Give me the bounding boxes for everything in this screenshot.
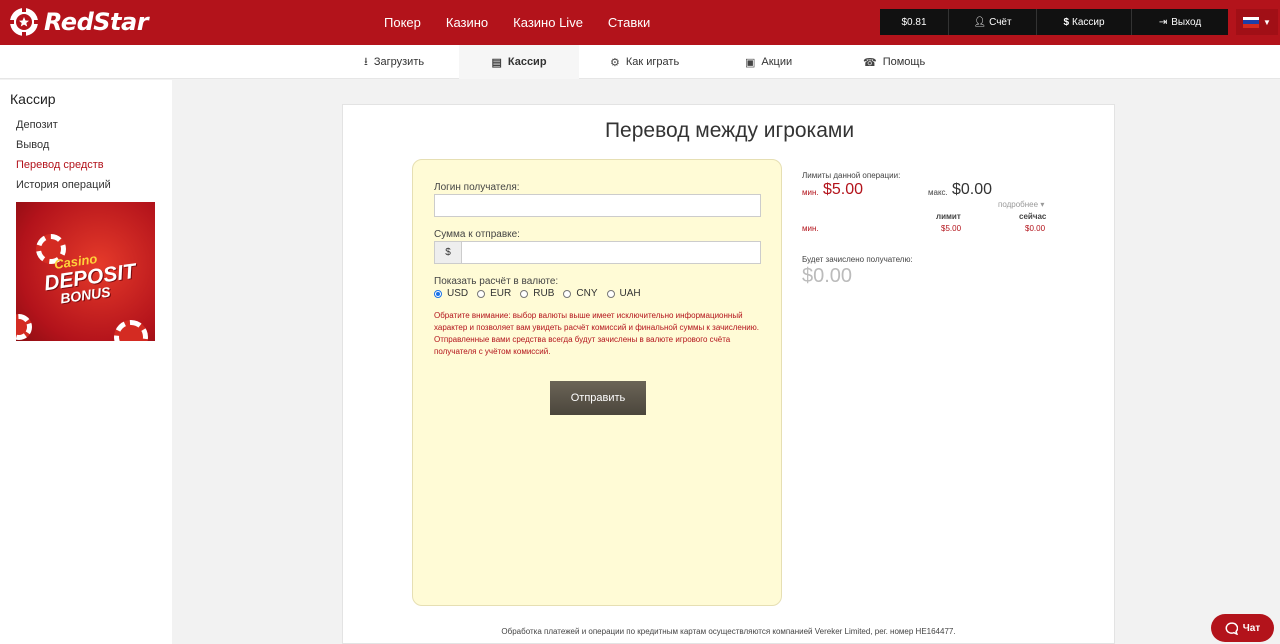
- send-button[interactable]: Отправить: [550, 381, 646, 415]
- radio-eur[interactable]: EUR: [477, 288, 511, 299]
- help-icon: ⚙: [610, 56, 620, 69]
- radio-cny[interactable]: CNY: [563, 288, 598, 299]
- language-selector[interactable]: ▼: [1236, 9, 1278, 35]
- col-limit: лимит: [936, 212, 961, 221]
- account-bar: $0.81 👤︎ Счёт $ Кассир ⇥ Выход: [880, 9, 1228, 35]
- details-link[interactable]: подробнее ▾: [998, 200, 1044, 209]
- balance-button[interactable]: $0.81: [880, 9, 949, 35]
- radio-uah[interactable]: UAH: [606, 288, 641, 299]
- phone-icon: ☎: [863, 56, 877, 69]
- sidebar-item-transfer[interactable]: Перевод средств: [16, 159, 104, 171]
- chevron-down-icon: ▼: [1263, 17, 1271, 27]
- logout-button[interactable]: ⇥ Выход: [1132, 9, 1228, 35]
- amount-label: Сумма к отправке:: [434, 229, 520, 240]
- top-bar: RedStar Покер Казино Казино Live Ставки …: [0, 0, 1280, 45]
- brand-name: RedStar: [44, 8, 149, 36]
- tab-how-to-play-label: Как играть: [625, 56, 680, 68]
- user-icon: 👤︎: [973, 16, 987, 28]
- chat-button[interactable]: Чат: [1211, 614, 1274, 642]
- brand-logo[interactable]: RedStar: [8, 6, 149, 38]
- dollar-icon: $: [1063, 16, 1069, 28]
- chat-bubble-icon: [1225, 621, 1238, 635]
- sidebar-item-withdraw[interactable]: Вывод: [16, 139, 49, 151]
- deposit-bonus-banner[interactable]: Casino DEPOSIT BONUS: [16, 202, 155, 341]
- chip-graphic: [114, 320, 148, 341]
- cashier-subnav: ⭳ Загрузить ▤ Кассир ⚙ Как играть ▣ Акци…: [0, 45, 1280, 79]
- wallet-icon: ▤: [491, 56, 502, 69]
- payment-footnote: Обработка платежей и операции по кредитн…: [501, 627, 956, 636]
- row-min-label: мин.: [802, 224, 819, 233]
- lock-download-icon: ⭳: [364, 55, 368, 68]
- caret-down-icon: ▾: [1040, 200, 1045, 209]
- cashier-label: Кассир: [1072, 16, 1105, 28]
- max-value: $0.00: [952, 181, 993, 198]
- cashier-sidebar: Кассир Депозит Вывод Перевод средств Ист…: [0, 80, 172, 644]
- cashier-button[interactable]: $ Кассир: [1037, 9, 1132, 35]
- recipient-login-input[interactable]: [434, 194, 761, 217]
- currency-label: Показать расчёт в валюте:: [434, 276, 559, 287]
- sidebar-item-history[interactable]: История операций: [16, 179, 111, 191]
- balance-value: $0.81: [901, 16, 927, 28]
- row-min-limit: $5.00: [941, 224, 962, 233]
- chat-label: Чат: [1242, 622, 1261, 634]
- nav-casino[interactable]: Казино: [446, 15, 488, 30]
- gift-icon: ▣: [745, 56, 756, 69]
- credited-label: Будет зачислено получателю:: [802, 255, 913, 264]
- nav-poker[interactable]: Покер: [384, 15, 421, 30]
- account-label: Счёт: [989, 16, 1012, 28]
- row-min-now: $0.00: [1025, 224, 1046, 233]
- logout-icon: ⇥: [1158, 16, 1168, 28]
- credited-value: $0.00: [802, 265, 853, 287]
- radio-rub[interactable]: RUB: [520, 288, 554, 299]
- tab-cashier-label: Кассир: [507, 56, 547, 68]
- transfer-card: Перевод между игроками Логин получателя:…: [342, 104, 1115, 644]
- russia-flag-icon: [1243, 16, 1260, 28]
- tab-cashier[interactable]: ▤ Кассир: [459, 45, 579, 79]
- tab-how-to-play[interactable]: ⚙ Как играть: [610, 45, 679, 79]
- account-button[interactable]: 👤︎ Счёт: [949, 9, 1037, 35]
- min-value: $5.00: [823, 181, 864, 198]
- tab-download[interactable]: ⭳ Загрузить: [364, 45, 424, 79]
- recipient-label: Логин получателя:: [434, 182, 520, 193]
- limits-panel: Лимиты данной операции: мин. $5.00 макс.…: [802, 171, 1052, 311]
- page-title: Перевод между игроками: [604, 119, 855, 142]
- tab-download-label: Загрузить: [373, 56, 425, 68]
- currency-radio-group: USD EUR RUB CNY UAH: [434, 288, 650, 299]
- nav-sports[interactable]: Ставки: [608, 15, 650, 30]
- nav-casino-live[interactable]: Казино Live: [513, 15, 583, 30]
- tab-promotions-label: Акции: [761, 56, 793, 68]
- main-nav: Покер Казино Казино Live Ставки: [384, 0, 675, 45]
- sidebar-item-deposit[interactable]: Депозит: [16, 119, 58, 131]
- col-now: сейчас: [1019, 212, 1047, 221]
- tab-promotions[interactable]: ▣ Акции: [745, 45, 792, 79]
- sidebar-title: Кассир: [10, 91, 56, 107]
- logout-label: Выход: [1171, 16, 1202, 28]
- tab-help-label: Помощь: [882, 56, 926, 68]
- amount-field[interactable]: $: [434, 241, 761, 264]
- currency-prefix: $: [435, 242, 462, 263]
- poker-chip-icon: [9, 7, 39, 37]
- max-label: макс.: [928, 188, 948, 197]
- limits-title: Лимиты данной операции:: [802, 171, 901, 180]
- details-label: подробнее: [998, 200, 1039, 209]
- transfer-form: Логин получателя: Сумма к отправке: $ По…: [412, 159, 782, 606]
- currency-notice: Обратите внимание: выбор валюты выше име…: [434, 311, 759, 356]
- radio-usd[interactable]: USD: [434, 288, 468, 299]
- tab-help[interactable]: ☎ Помощь: [863, 45, 925, 79]
- chip-graphic: [16, 314, 32, 340]
- min-label: мин.: [802, 188, 819, 197]
